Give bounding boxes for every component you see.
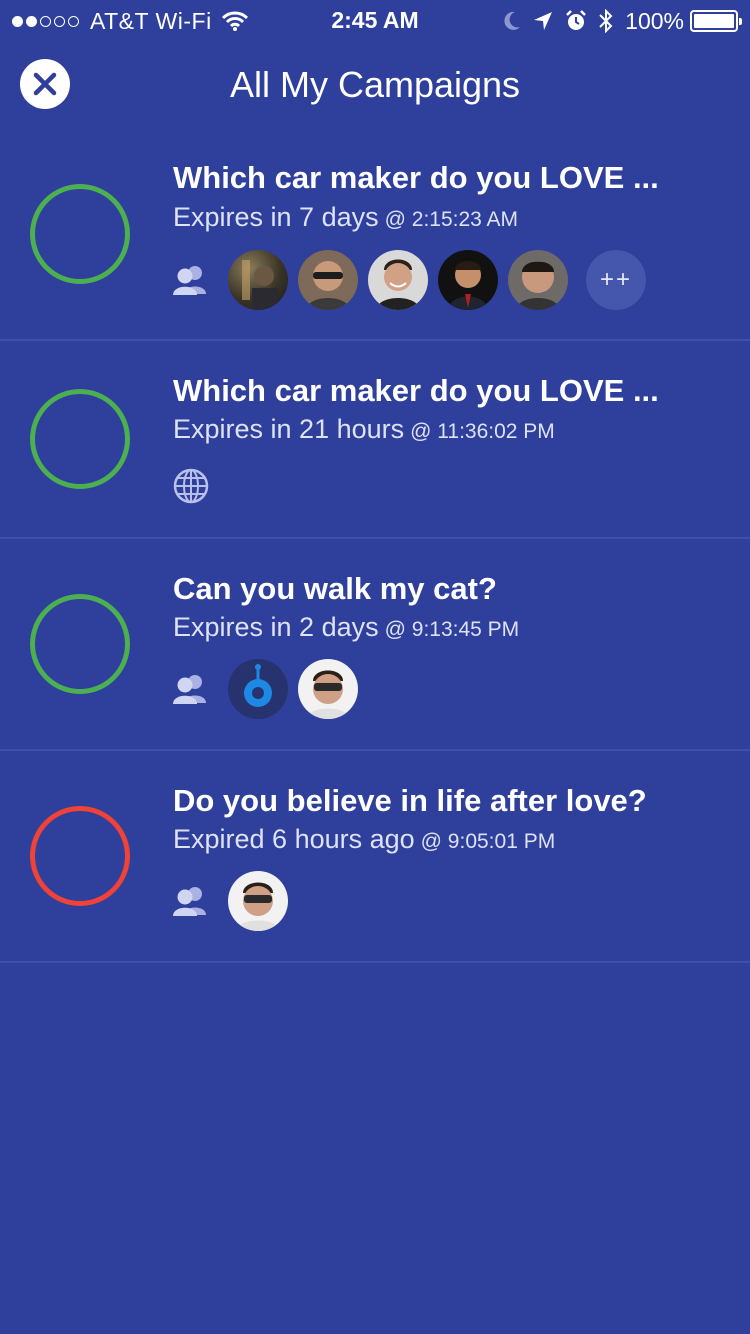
campaign-row[interactable]: Can you walk my cat? Expires in 2 days @ … <box>0 539 750 751</box>
campaign-expiry: Expires in 7 days @ 2:15:23 AM <box>173 202 518 233</box>
avatar[interactable] <box>508 250 568 310</box>
expiry-label: Expires in 2 days <box>173 612 379 642</box>
battery-icon <box>690 10 742 32</box>
campaign-row[interactable]: Which car maker do you LOVE ... Expires … <box>0 341 750 539</box>
screen: AT&T Wi-Fi 2:45 AM 100% All My Campaigns… <box>0 0 750 1334</box>
group-icon <box>170 259 212 301</box>
status-ring-active <box>30 389 130 489</box>
campaign-expiry: Expired 6 hours ago @ 9:05:01 PM <box>173 824 555 855</box>
expiry-label: Expires in 7 days <box>173 202 379 232</box>
expiry-time: @ 11:36:02 PM <box>410 420 555 443</box>
audience-row <box>170 455 228 517</box>
status-ring-active <box>30 594 130 694</box>
status-ring-active <box>30 184 130 284</box>
audience-row: ++ <box>170 249 646 311</box>
campaign-title: Which car maker do you LOVE ... <box>173 160 659 195</box>
campaign-expiry: Expires in 21 hours @ 11:36:02 PM <box>173 414 555 445</box>
campaign-title: Can you walk my cat? <box>173 571 497 606</box>
avatar[interactable] <box>438 250 498 310</box>
campaign-row[interactable]: Do you believe in life after love? Expir… <box>0 751 750 963</box>
expiry-time: @ 9:13:45 PM <box>384 618 520 641</box>
status-right: 100% <box>491 6 742 36</box>
alarm-clock-icon <box>565 10 587 32</box>
avatar[interactable] <box>298 250 358 310</box>
expiry-time: @ 2:15:23 AM <box>384 208 519 231</box>
bluetooth-icon <box>599 9 613 33</box>
avatar-sunglasses[interactable] <box>228 871 288 931</box>
status-ring-expired <box>30 806 130 906</box>
avatar[interactable] <box>228 250 288 310</box>
campaign-row[interactable]: Which car maker do you LOVE ... Expires … <box>0 130 750 341</box>
more-participants-badge[interactable]: ++ <box>586 250 646 310</box>
campaign-title: Which car maker do you LOVE ... <box>173 373 659 408</box>
location-arrow-icon <box>533 11 553 31</box>
campaign-title: Do you believe in life after love? <box>173 783 647 818</box>
audience-row <box>170 658 368 720</box>
group-icon <box>170 880 212 922</box>
battery-percentage: 100% <box>625 7 684 34</box>
avatar[interactable] <box>368 250 428 310</box>
audience-row <box>170 870 298 932</box>
campaign-list: Which car maker do you LOVE ... Expires … <box>0 130 750 963</box>
expiry-time: @ 9:05:01 PM <box>420 830 556 853</box>
campaign-expiry: Expires in 2 days @ 9:13:45 PM <box>173 612 519 643</box>
status-bar: AT&T Wi-Fi 2:45 AM 100% <box>0 0 750 40</box>
globe-icon <box>170 465 212 507</box>
expiry-label: Expires in 21 hours <box>173 414 405 444</box>
moon-icon <box>503 11 521 31</box>
group-icon <box>170 668 212 710</box>
header: All My Campaigns <box>0 40 750 130</box>
app-logo-avatar[interactable] <box>228 659 288 719</box>
expiry-label: Expired 6 hours ago <box>173 824 415 854</box>
page-title: All My Campaigns <box>229 64 521 105</box>
avatar-sunglasses[interactable] <box>298 659 358 719</box>
